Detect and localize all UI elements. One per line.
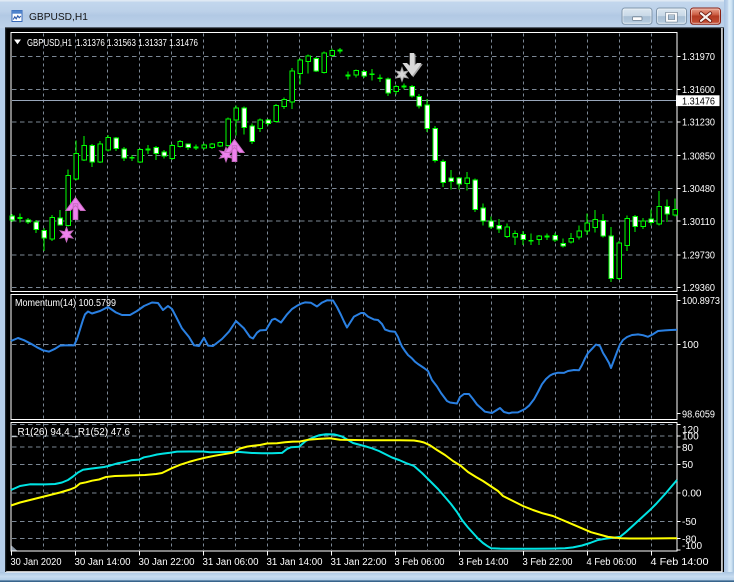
svg-text:-100: -100 <box>682 541 702 552</box>
svg-text:98.6059: 98.6059 <box>682 409 715 420</box>
svg-text:1.31476: 1.31476 <box>682 96 715 107</box>
svg-text:31 Jan 06:00: 31 Jan 06:00 <box>203 557 259 568</box>
svg-text:1.29360: 1.29360 <box>682 283 715 294</box>
svg-text:31 Jan 14:00: 31 Jan 14:00 <box>267 557 323 568</box>
svg-text:1.30850: 1.30850 <box>682 151 715 162</box>
svg-text:0.00: 0.00 <box>682 489 702 500</box>
svg-text:Momentum(14) 100.5799: Momentum(14) 100.5799 <box>15 298 116 309</box>
svg-text:4 Feb 14:00: 4 Feb 14:00 <box>651 557 709 568</box>
svg-text:1.29730: 1.29730 <box>682 250 715 261</box>
svg-text:30 Jan 2020: 30 Jan 2020 <box>11 557 62 568</box>
svg-text:4 Feb 06:00: 4 Feb 06:00 <box>587 557 637 568</box>
svg-text:50: 50 <box>682 460 694 471</box>
svg-text:1.31230: 1.31230 <box>682 118 715 129</box>
svg-text:100: 100 <box>682 431 699 442</box>
svg-text:-50: -50 <box>682 517 697 528</box>
svg-text:1.30110: 1.30110 <box>682 217 715 228</box>
svg-text:1.30480: 1.30480 <box>682 184 715 195</box>
svg-text:30 Jan 22:00: 30 Jan 22:00 <box>139 557 195 568</box>
svg-text:1.31970: 1.31970 <box>682 52 715 63</box>
svg-text:GBPUSD,H1: GBPUSD,H1 <box>27 38 72 49</box>
svg-text:3 Feb 22:00: 3 Feb 22:00 <box>523 557 573 568</box>
svg-text:GBPUSD,H1: GBPUSD,H1 <box>29 12 88 23</box>
svg-text:30 Jan 14:00: 30 Jan 14:00 <box>75 557 131 568</box>
svg-text:_R1(26) 94,4 _R1(52) 47,6: _R1(26) 94,4 _R1(52) 47,6 <box>11 427 130 438</box>
svg-text:1.31600: 1.31600 <box>682 85 715 96</box>
svg-text:100.8973: 100.8973 <box>682 296 720 307</box>
svg-text:1.31376 1.31563 1.31337 1.3147: 1.31376 1.31563 1.31337 1.31476 <box>76 38 198 49</box>
svg-text:3 Feb 06:00: 3 Feb 06:00 <box>395 557 445 568</box>
svg-text:31 Jan 22:00: 31 Jan 22:00 <box>331 557 387 568</box>
svg-text:100: 100 <box>682 340 699 351</box>
svg-text:3 Feb 14:00: 3 Feb 14:00 <box>459 557 509 568</box>
svg-text:80: 80 <box>682 443 694 454</box>
